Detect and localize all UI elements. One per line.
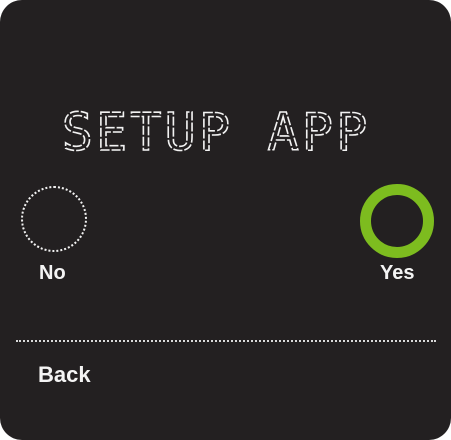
yes-option-button[interactable]: Yes xyxy=(355,180,439,290)
back-button[interactable]: Back xyxy=(38,364,91,386)
screen-title: SETUP APP xyxy=(0,96,451,166)
selected-ring-icon xyxy=(360,184,434,258)
device-screen: SETUP APP No Yes Back xyxy=(0,0,451,440)
no-option-label: No xyxy=(39,262,66,284)
screen-title-text: SETUP APP xyxy=(62,103,371,163)
no-option-button[interactable]: No xyxy=(14,180,96,290)
segment-display-title: SETUP APP xyxy=(61,102,371,164)
yes-option-label: Yes xyxy=(380,262,415,284)
footer-divider xyxy=(16,340,436,342)
unselected-ring-icon xyxy=(21,186,87,252)
